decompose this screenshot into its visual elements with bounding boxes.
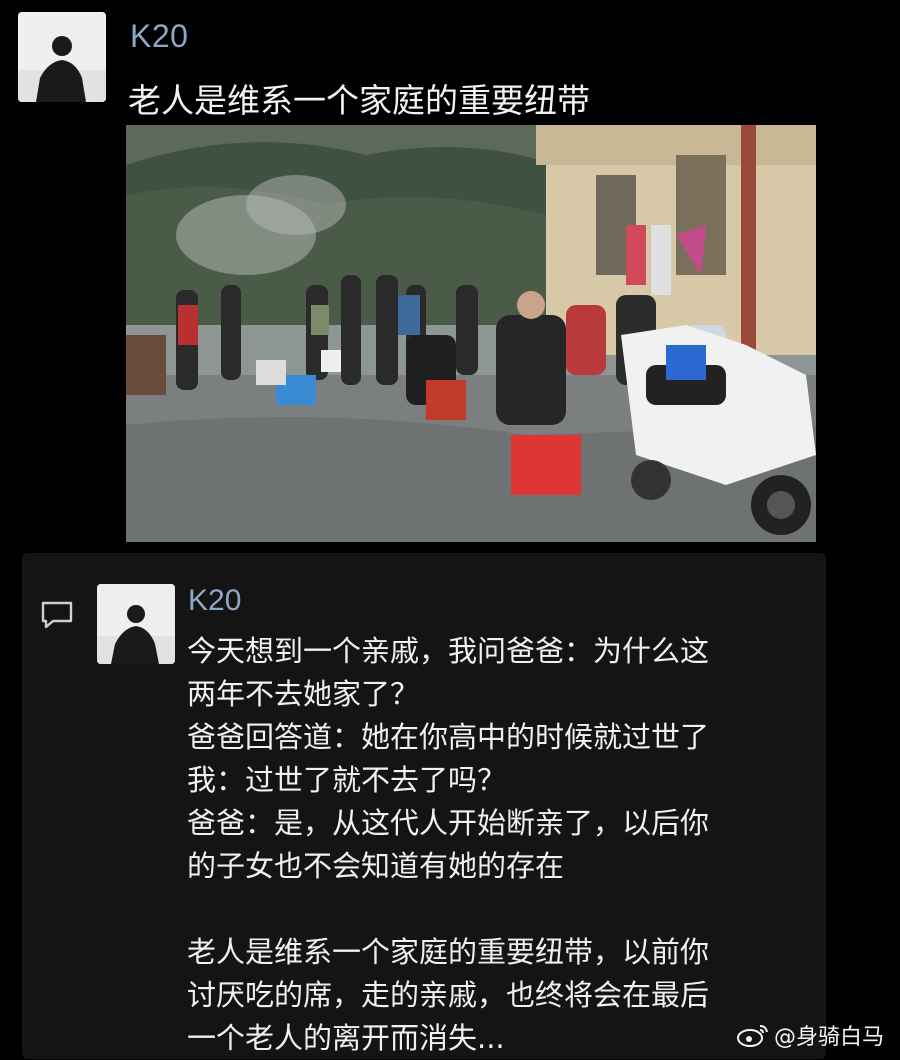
comment-line: 老人是维系一个家庭的重要纽带，以前你 (187, 935, 710, 969)
comment-line: 爸爸回答道：她在你高中的时候就过世了 (187, 720, 710, 754)
comment-line: 一个老人的离开而消失... (187, 1021, 505, 1055)
post-photo[interactable] (126, 125, 816, 542)
comment-line: 今天想到一个亲戚，我问爸爸：为什么这 (187, 634, 710, 668)
comment-line: 两年不去她家了？ (187, 677, 420, 711)
comment-username[interactable]: K20 (188, 584, 241, 618)
comment-bubble-icon[interactable] (40, 600, 74, 630)
comment-avatar[interactable] (97, 584, 175, 664)
gathering-scene-image (126, 125, 816, 542)
post-title: 老人是维系一个家庭的重要纽带 (128, 81, 590, 120)
post: K20 老人是维系一个家庭的重要纽带 (0, 0, 900, 545)
comment-line: 爸爸：是，从这代人开始断亲了，以后你 (187, 806, 710, 840)
comment-line: 的子女也不会知道有她的存在 (187, 849, 565, 883)
comment-line: 讨厌吃的席，走的亲戚，也终将会在最后 (187, 978, 710, 1012)
watermark-text: @身骑白马 (773, 1025, 884, 1050)
watermark: @身骑白马 (736, 1019, 884, 1051)
avatar-silhouette-image (97, 584, 175, 664)
avatar-silhouette-image (18, 12, 106, 102)
comment-text: 今天想到一个亲戚，我问爸爸：为什么这 两年不去她家了？ 爸爸回答道：她在你高中的… (187, 630, 817, 1060)
weibo-logo-icon (736, 1022, 770, 1048)
comment-line-blank (187, 888, 817, 931)
post-username[interactable]: K20 (130, 18, 188, 55)
post-avatar[interactable] (18, 12, 106, 102)
comment-line: 我：过世了就不去了吗？ (187, 763, 507, 797)
